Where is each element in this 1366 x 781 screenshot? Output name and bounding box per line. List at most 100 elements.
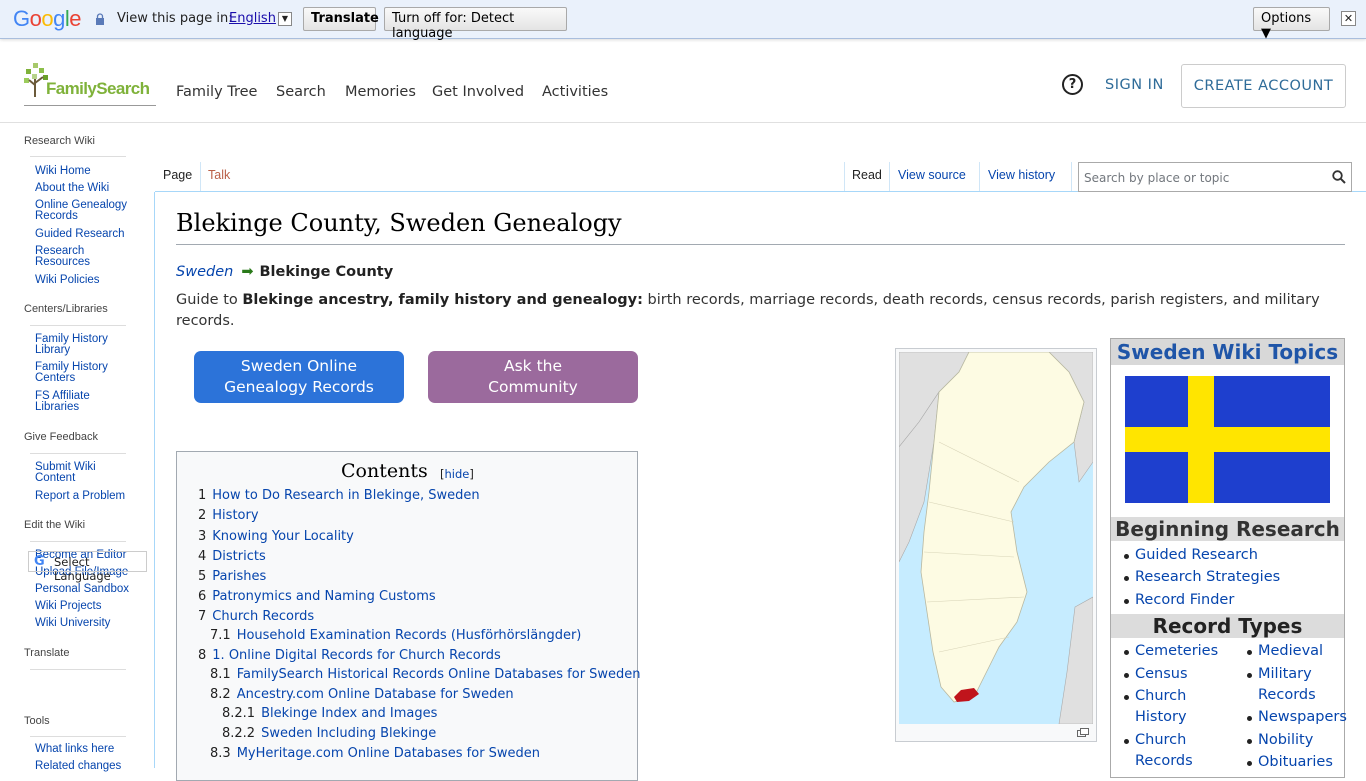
toc-item[interactable]: 8.1 FamilySearch Historical Records Onlin… [210,667,641,682]
language-value[interactable]: English [229,11,276,26]
familysearch-logo[interactable]: FamilySearch [24,63,156,106]
tab-separator [200,162,201,191]
map-thumbnail[interactable] [895,348,1097,742]
sidebar-item-fhc[interactable]: Family History Centers [35,361,125,384]
tab-read[interactable]: Read [852,168,882,182]
toc-item[interactable]: 4 Districts [198,549,266,564]
toc-number: 5 [198,569,207,584]
toc-text[interactable]: 1. Online Digital Records for Church Rec… [212,648,501,663]
toc-text[interactable]: Church Records [212,609,314,624]
options-button[interactable]: Options ▼ [1253,7,1330,41]
enlarge-icon[interactable] [1077,728,1089,737]
tab-separator [889,162,890,191]
sidebar-title-tools: Tools [24,715,50,727]
sidebar-item-wiki-home[interactable]: Wiki Home [35,165,145,177]
toc-text[interactable]: How to Do Research in Blekinge, Sweden [212,488,479,503]
create-account-button[interactable]: CREATE ACCOUNT [1181,64,1346,108]
toc-item[interactable]: 7.1 Household Examination Records (Husför… [210,628,581,643]
sweden-map-image[interactable] [899,352,1093,724]
tab-view-history[interactable]: View history [988,168,1055,182]
toc-item[interactable]: 7 Church Records [198,609,314,624]
toc-item[interactable]: 3 Knowing Your Locality [198,529,354,544]
nav-activities[interactable]: Activities [542,84,608,100]
toc-item[interactable]: 8 1. Online Digital Records for Church Re… [198,648,501,663]
sidebar-item-wiki-policies[interactable]: Wiki Policies [35,274,145,286]
sidebar-item-research-resources[interactable]: Research Resources [35,245,115,268]
divider [176,244,1345,245]
language-select[interactable]: English ▼ [229,11,292,26]
help-icon[interactable]: ? [1062,74,1083,95]
sidebar-item-guided-research[interactable]: Guided Research [35,228,145,240]
topic-link-military-records[interactable]: Military Records [1258,664,1328,706]
search-icon[interactable] [1332,170,1346,184]
nav-memories[interactable]: Memories [345,84,416,100]
sidebar-item-affiliate[interactable]: FS Affiliate Libraries [35,390,105,413]
toc-number: 8.1 [210,667,231,682]
divider [30,736,126,737]
sidebar-item-sandbox[interactable]: Personal Sandbox [35,583,145,595]
select-language-label[interactable]: Select Language [54,555,111,583]
tab-talk[interactable]: Talk [208,168,230,182]
sidebar-item-wiki-projects[interactable]: Wiki Projects [35,600,145,612]
sidebar-title-feedback: Give Feedback [24,431,98,443]
sidebar-item-about-wiki[interactable]: About the Wiki [35,182,145,194]
toc-item[interactable]: 2 History [198,508,259,523]
toc-item[interactable]: 5 Parishes [198,569,266,584]
toc-item[interactable]: 8.2 Ancestry.com Online Database for Swed… [210,687,514,702]
topic-link-obituaries[interactable]: Obituaries [1258,752,1333,773]
intro-lead: Guide to [176,292,243,308]
toc-text[interactable]: Districts [212,549,265,564]
nav-search[interactable]: Search [276,84,326,100]
dropdown-arrow-icon[interactable]: ▼ [277,11,292,26]
translate-button[interactable]: Translate [303,7,379,31]
sign-in-link[interactable]: SIGN IN [1105,77,1164,93]
toc-text[interactable]: Knowing Your Locality [212,529,354,544]
toc-item[interactable]: 1 How to Do Research in Blekinge, Sweden [198,488,480,503]
sidebar-item-online-records[interactable]: Online Genealogy Records [35,199,145,222]
toc-text[interactable]: Sweden Including Blekinge [261,726,436,741]
toc-item[interactable]: 8.2.1 Blekinge Index and Images [222,706,437,721]
topic-link-research-strategies[interactable]: Research Strategies [1135,567,1280,588]
topic-link-record-finder[interactable]: Record Finder [1135,590,1234,611]
sidebar-item-what-links-here[interactable]: What links here [35,743,145,755]
toc-text[interactable]: History [212,508,258,523]
topic-link-guided-research[interactable]: Guided Research [1135,545,1258,566]
close-icon[interactable]: ✕ [1341,11,1356,26]
sidebar-item-wiki-university[interactable]: Wiki University [35,617,145,629]
toc-text[interactable]: Parishes [212,569,266,584]
sidebar-item-related-changes[interactable]: Related changes [35,760,145,772]
topic-link-newspapers[interactable]: Newspapers [1258,707,1347,728]
online-records-button[interactable]: Sweden Online Genealogy Records [194,351,404,403]
toc-text[interactable]: Blekinge Index and Images [261,706,437,721]
breadcrumb-sweden-link[interactable]: Sweden [176,264,233,280]
topic-link-church-history[interactable]: Church History [1135,686,1205,728]
topic-link-church-records[interactable]: Church Records [1135,730,1205,772]
ask-community-button[interactable]: Ask the Community [428,351,638,403]
toc-text[interactable]: Household Examination Records (Husförhör… [237,628,582,643]
toc-text[interactable]: Patronymics and Naming Customs [212,589,435,604]
toc-item[interactable]: 8.2.2 Sweden Including Blekinge [222,726,436,741]
select-language-widget[interactable]: G Select Language [28,551,147,583]
topic-link-medieval[interactable]: Medieval [1258,641,1323,662]
toc-text[interactable]: FamilySearch Historical Records Online D… [237,667,641,682]
tab-page[interactable]: Page [163,168,192,182]
tab-view-source[interactable]: View source [898,168,966,182]
topic-link-census[interactable]: Census [1135,664,1188,685]
topic-link-nobility[interactable]: Nobility [1258,730,1313,751]
toc-item[interactable]: 6 Patronymics and Naming Customs [198,589,436,604]
sidebar-item-submit-content[interactable]: Submit Wiki Content [35,461,115,484]
toc-hide-toggle[interactable]: [hide] [440,467,474,481]
search-input[interactable] [1082,169,1322,187]
sidebar-item-report-problem[interactable]: Report a Problem [35,490,145,502]
topics-title[interactable]: Sweden Wiki Topics [1111,339,1344,365]
toc-text[interactable]: MyHeritage.com Online Databases for Swed… [237,746,540,761]
nav-get-involved[interactable]: Get Involved [432,84,524,100]
nav-family-tree[interactable]: Family Tree [176,84,257,100]
sidebar-item-fhl[interactable]: Family History Library [35,333,125,356]
turn-off-button[interactable]: Turn off for: Detect language [384,7,567,41]
toc-item[interactable]: 8.3 MyHeritage.com Online Databases for S… [210,746,540,761]
topic-link-cemeteries[interactable]: Cemeteries [1135,641,1218,662]
toc-text[interactable]: Ancestry.com Online Database for Sweden [237,687,514,702]
wiki-search-box[interactable] [1078,162,1352,192]
toc-hide-link[interactable]: hide [445,467,470,481]
